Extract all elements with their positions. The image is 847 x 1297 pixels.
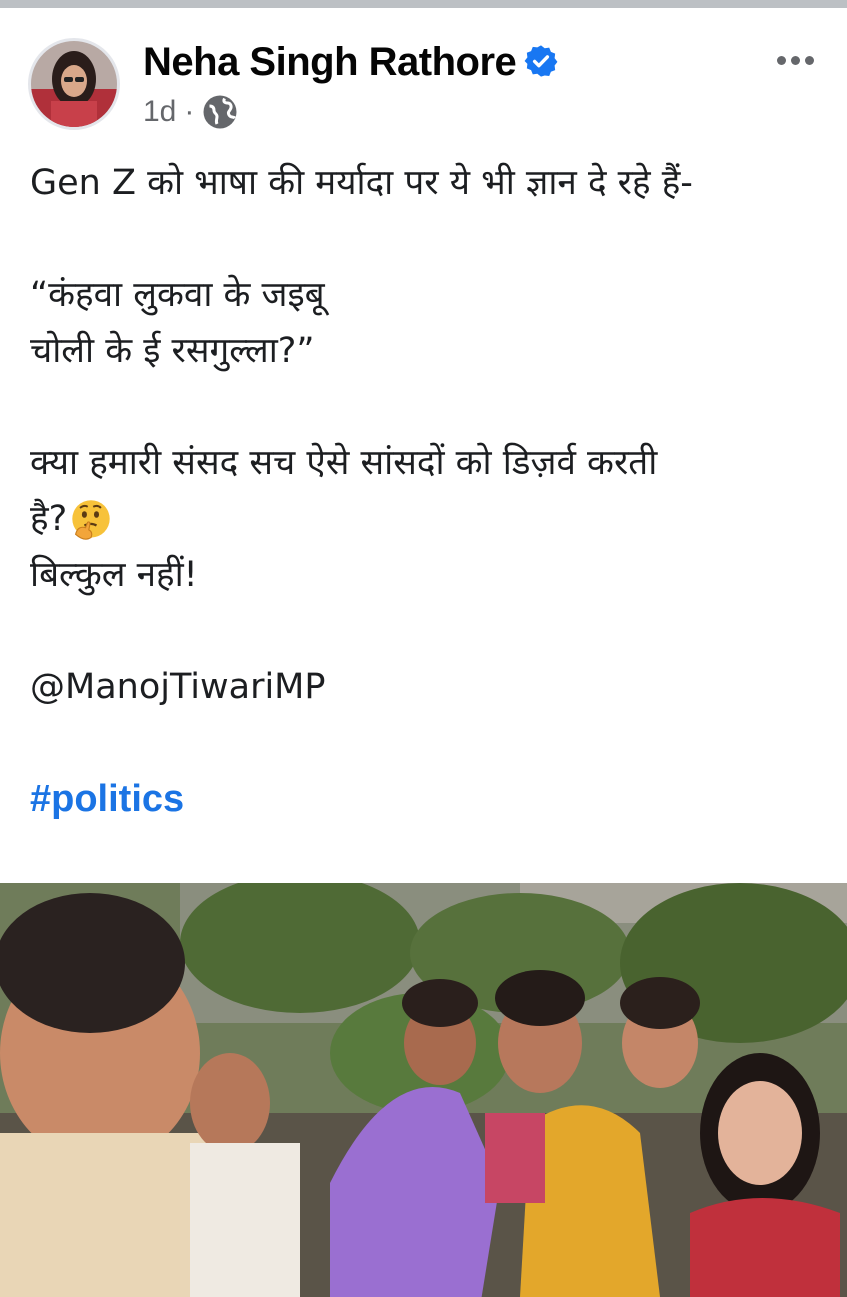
- author-name[interactable]: Neha Singh Rathore: [143, 40, 558, 85]
- more-options-icon[interactable]: [777, 52, 821, 72]
- thinking-face-icon: [72, 500, 110, 540]
- post-header: Neha Singh Rathore 1d ·: [0, 30, 847, 140]
- post-text: Gen Z को भाषा की मर्यादा पर ये भी ज्ञान …: [30, 155, 820, 827]
- post-line-6: बिल्कुल नहीं!: [30, 555, 198, 595]
- top-divider: [0, 0, 847, 8]
- mention-link[interactable]: @ManojTiwariMP: [30, 659, 820, 715]
- hashtag-link[interactable]: #politics: [30, 771, 820, 827]
- post-meta: 1d ·: [143, 94, 238, 130]
- meta-separator: ·: [184, 95, 195, 128]
- post-line-3: चोली के ई रसगुल्ला?”: [30, 331, 315, 371]
- verified-badge-icon: [524, 45, 558, 78]
- post-time[interactable]: 1d: [143, 95, 176, 129]
- post-line-1: Gen Z को भाषा की मर्यादा पर ये भी ज्ञान …: [30, 163, 693, 203]
- post-video[interactable]: [0, 883, 847, 1297]
- author-name-text[interactable]: Neha Singh Rathore: [143, 40, 517, 84]
- globe-icon: [203, 95, 237, 129]
- post-line-2: “कंहवा लुकवा के जइबू: [30, 275, 325, 315]
- post-line-5: है?: [30, 499, 68, 539]
- post-line-4: क्या हमारी संसद सच ऐसे सांसदों को डिज़र्…: [30, 443, 658, 483]
- author-avatar[interactable]: [28, 38, 120, 130]
- post-line-5-row: है?: [30, 491, 820, 547]
